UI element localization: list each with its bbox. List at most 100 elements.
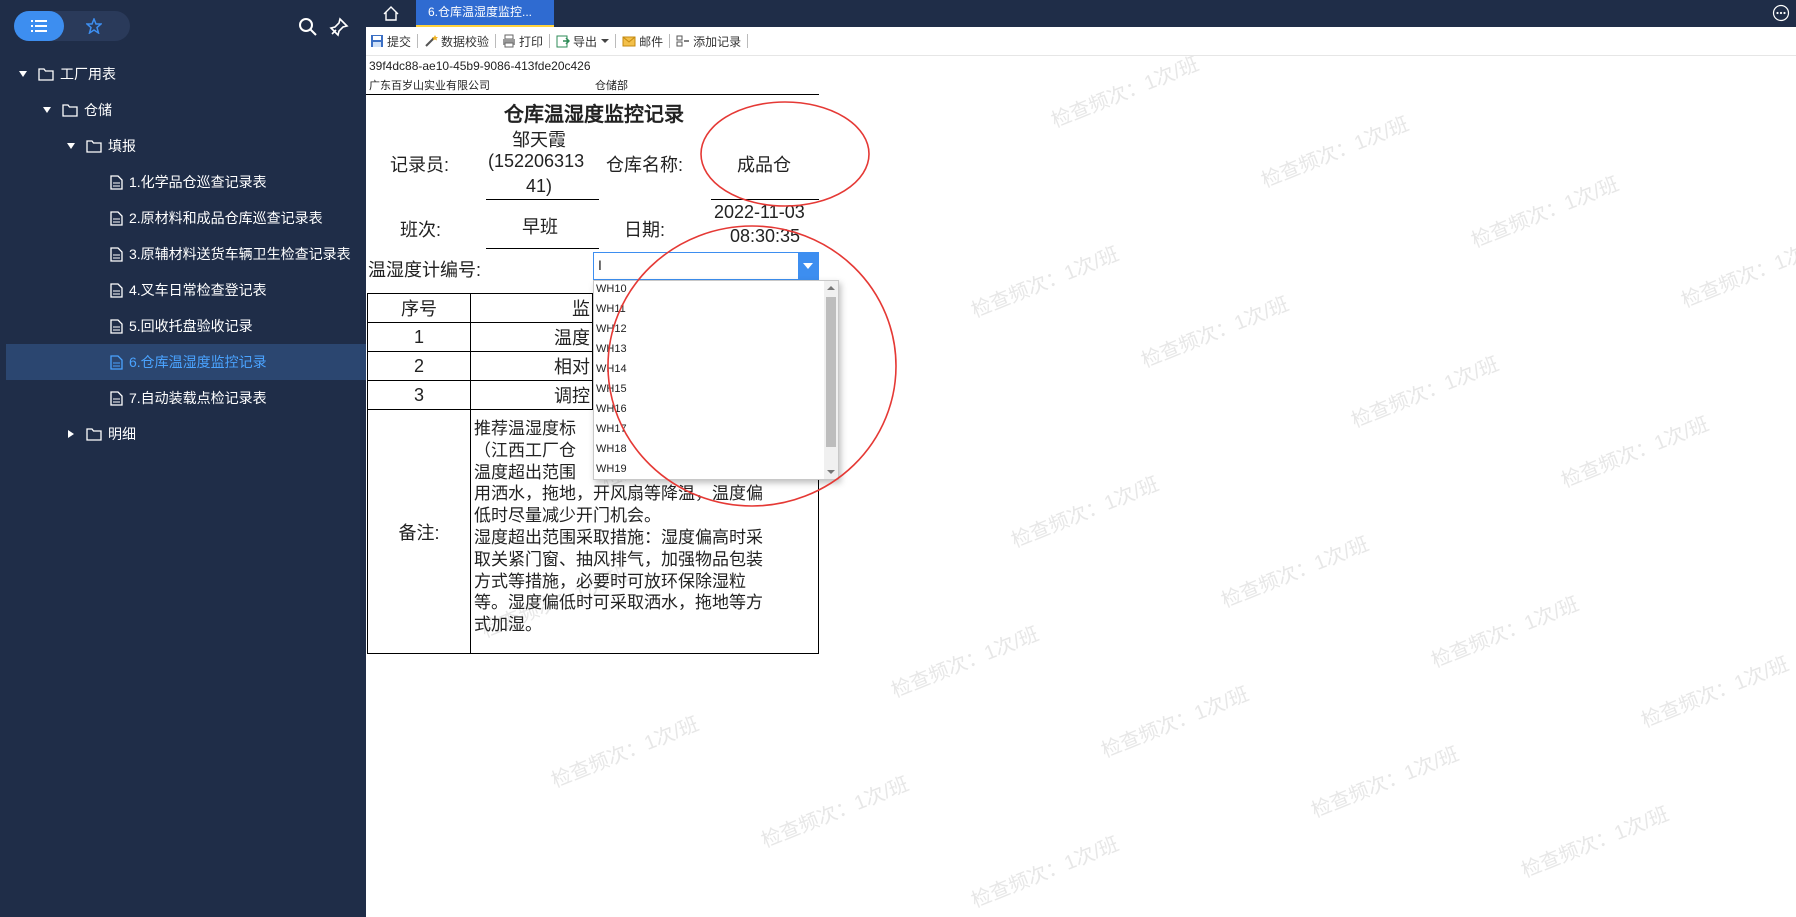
tree-label: 明细 (108, 426, 136, 442)
watermark: 检查频次：1次/班 (1558, 413, 1713, 493)
field-underline (486, 248, 599, 249)
print-label: 打印 (519, 34, 544, 49)
tree-node-storage[interactable]: 仓储 (42, 92, 112, 128)
table-row-item: 温度 (470, 322, 593, 352)
field-underline (711, 199, 819, 200)
company-name: 广东百岁山实业有限公司 (369, 80, 490, 92)
watermark: 检查频次：1次/班 (1138, 293, 1293, 373)
toolbar-divider (669, 34, 671, 48)
tree-label: 填报 (108, 138, 136, 154)
tab-warehouse-monitor[interactable]: 6.仓库温湿度监控... (416, 0, 554, 27)
tree-leaf-report-7[interactable]: 7.自动装载点检记录表 (110, 380, 267, 416)
remark-line: 方式等措施，必要时可放环保除湿粒 (474, 571, 746, 591)
submit-button[interactable]: 提交 (366, 30, 415, 52)
dropdown-option[interactable]: WH19 (596, 463, 627, 475)
export-icon (556, 35, 571, 48)
watermark: 检查频次：1次/班 (1308, 743, 1463, 823)
tree-label: 3.原辅材料送货车辆卫生检查记录表 (129, 246, 351, 262)
dropdown-option[interactable]: WH13 (596, 343, 627, 355)
tree-leaf-report-2[interactable]: 2.原材料和成品仓库巡查记录表 (110, 200, 323, 236)
folder-icon (62, 104, 78, 117)
search-icon[interactable] (297, 16, 319, 38)
home-tab[interactable] (366, 0, 416, 27)
tree-leaf-report-1[interactable]: 1.化学品仓巡查记录表 (110, 164, 267, 200)
table-row-item: 调控 (470, 380, 593, 410)
tree-leaf-report-3[interactable]: 3.原辅材料送货车辆卫生检查记录表 (110, 236, 351, 272)
dropdown-scrollbar[interactable] (824, 281, 838, 479)
report-title: 仓库温湿度监控记录 (504, 104, 684, 126)
folder-icon (86, 140, 102, 153)
scroll-down-icon[interactable] (824, 467, 838, 477)
document-icon (110, 174, 123, 190)
mail-button[interactable]: 邮件 (618, 30, 667, 52)
dropdown-option[interactable]: WH14 (596, 363, 627, 375)
watermark: 检查频次：1次/班 (1218, 533, 1373, 613)
table-row-seq: 3 (367, 380, 471, 410)
shift-label: 班次: (400, 220, 442, 240)
document-icon (110, 390, 123, 406)
meter-number-combobox[interactable]: I (593, 252, 819, 280)
table-row-item-text: 温度 (554, 328, 590, 348)
remark-line: 等。湿度偏低时可采取洒水，拖地等方 (474, 593, 763, 613)
list-view-button[interactable] (14, 11, 64, 41)
document-icon (110, 246, 123, 262)
home-icon (383, 6, 399, 21)
dropdown-option[interactable]: WH16 (596, 403, 627, 415)
pin-icon[interactable] (328, 16, 350, 38)
tree-node-details[interactable]: 明细 (66, 416, 136, 452)
department-name: 仓储部 (595, 80, 628, 92)
tree-leaf-report-4[interactable]: 4.叉车日常检查登记表 (110, 272, 267, 308)
toolbar-divider (615, 34, 617, 48)
dropdown-option[interactable]: WH11 (596, 303, 626, 315)
tree-label: 6.仓库温湿度监控记录 (129, 354, 267, 370)
tree-label: 7.自动装载点检记录表 (129, 390, 267, 406)
meter-number-input[interactable]: I (598, 257, 602, 273)
remark-line: 取关紧门窗、抽风排气，加强物品包装 (474, 549, 763, 569)
toolbar-divider (747, 34, 749, 48)
chevron-down-icon (601, 39, 610, 43)
watermark: 检查频次：1次/班 (1468, 173, 1623, 253)
tree-label: 5.回收托盘验收记录 (129, 318, 253, 334)
export-button[interactable]: 导出 (552, 30, 613, 52)
tree-node-fill[interactable]: 填报 (66, 128, 136, 164)
field-underline (486, 199, 599, 200)
dropdown-option[interactable]: WH15 (596, 383, 627, 395)
print-button[interactable]: 打印 (498, 30, 547, 52)
warehouse-value: 成品仓 (737, 155, 791, 175)
folder-icon (38, 68, 54, 81)
folder-icon (86, 428, 102, 441)
dropdown-option[interactable]: WH10 (596, 283, 627, 295)
dropdown-option[interactable]: WH17 (596, 423, 627, 435)
tree-leaf-report-5[interactable]: 5.回收托盘验收记录 (110, 308, 253, 344)
toolbar-divider (549, 34, 551, 48)
table-header-item: 监 (470, 293, 593, 323)
document-icon (110, 210, 123, 226)
dropdown-option[interactable]: WH12 (596, 323, 627, 335)
table-header-seq: 序号 (367, 293, 471, 323)
wand-icon (425, 35, 439, 47)
add-record-label: 添加记录 (693, 34, 742, 49)
mail-icon (622, 36, 636, 47)
mail-label: 邮件 (639, 34, 664, 49)
tree-node-factory-forms[interactable]: 工厂用表 (18, 56, 116, 92)
watermark: 检查频次：1次/班 (758, 773, 913, 853)
validate-button[interactable]: 数据校验 (420, 30, 493, 52)
dropdown-arrow-icon[interactable] (798, 253, 818, 279)
shift-value: 早班 (522, 217, 558, 237)
tree-label: 1.化学品仓巡查记录表 (129, 174, 267, 190)
meter-number-dropdown[interactable]: WH10 WH11 WH12 WH13 WH14 WH15 WH16 WH17 … (593, 280, 839, 480)
tree-leaf-report-6[interactable]: 6.仓库温湿度监控记录 (6, 344, 366, 380)
tab-bar: 6.仓库温湿度监控... (366, 0, 1796, 27)
remark-line: 低时尽量减少开门机会。 (474, 506, 661, 526)
remark-line: 用洒水，拖地，开风扇等降温，温度偏 (474, 484, 763, 504)
dropdown-scroll-thumb[interactable] (826, 297, 836, 447)
table-row-item-text: 调控 (554, 386, 590, 406)
favorites-button[interactable] (74, 11, 114, 41)
scroll-up-icon[interactable] (824, 283, 838, 293)
more-icon[interactable] (1772, 4, 1790, 22)
table-row-seq: 2 (367, 351, 471, 381)
add-record-button[interactable]: 添加记录 (672, 30, 745, 52)
report-canvas: 检查频次：1次/班 检查频次：1次/班 检查频次：1次/班 检查频次：1次/班 … (366, 56, 1796, 917)
dropdown-option[interactable]: WH18 (596, 443, 627, 455)
watermark: 检查频次：1次/班 (968, 243, 1123, 323)
